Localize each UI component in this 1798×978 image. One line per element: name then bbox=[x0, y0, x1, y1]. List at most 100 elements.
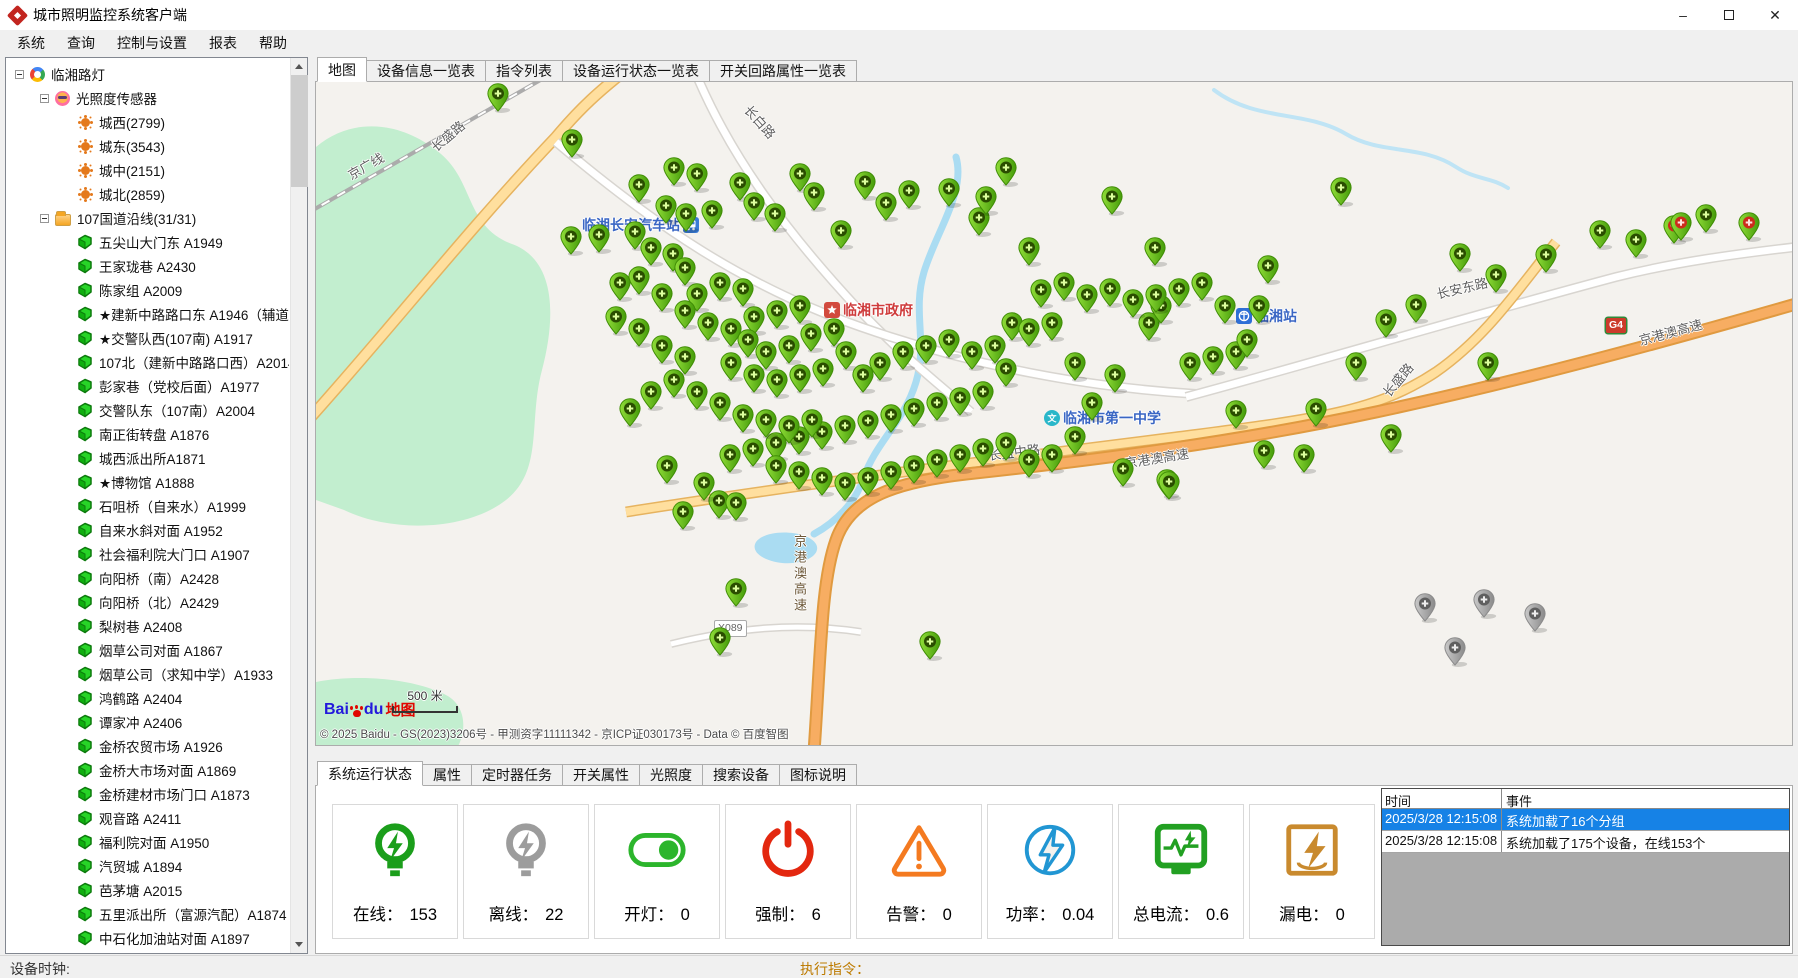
menu-item-4[interactable]: 帮助 bbox=[248, 30, 298, 56]
map-pin-green[interactable] bbox=[800, 323, 822, 352]
tree-node-32[interactable]: 福利院对面 A1950 bbox=[7, 830, 289, 854]
bottom-tab-4[interactable]: 光照度 bbox=[639, 764, 703, 786]
map-pin-green[interactable] bbox=[788, 461, 810, 490]
map-pin-green[interactable] bbox=[1248, 295, 1270, 324]
map-pin-green[interactable] bbox=[1018, 318, 1040, 347]
map-pin-green[interactable] bbox=[1225, 400, 1247, 429]
tree-node-18[interactable]: 石咀桥（自来水）A1999 bbox=[7, 494, 289, 518]
map-pin-green[interactable] bbox=[919, 631, 941, 660]
map-pin-green[interactable] bbox=[1145, 284, 1167, 313]
tree-node-14[interactable]: 交警队东（107南）A2004 bbox=[7, 398, 289, 422]
map-pin-green[interactable] bbox=[801, 409, 823, 438]
map-pin-green[interactable] bbox=[995, 358, 1017, 387]
tree-node-9[interactable]: 陈家组 A2009 bbox=[7, 278, 289, 302]
tree-node-13[interactable]: 彭家巷（党校后面）A1977 bbox=[7, 374, 289, 398]
tree-node-23[interactable]: 梨树巷 A2408 bbox=[7, 614, 289, 638]
tree-node-21[interactable]: 向阳桥（南）A2428 bbox=[7, 566, 289, 590]
map-pin-green[interactable] bbox=[674, 300, 696, 329]
map-pin-green[interactable] bbox=[1101, 186, 1123, 215]
tree-node-11[interactable]: ★交警队西(107南) A1917 bbox=[7, 326, 289, 350]
map-pin-green[interactable] bbox=[778, 335, 800, 364]
tree-node-28[interactable]: 金桥农贸市场 A1926 bbox=[7, 734, 289, 758]
map-pin-green[interactable] bbox=[743, 364, 765, 393]
map-pin-green[interactable] bbox=[1257, 255, 1279, 284]
tree-node-8[interactable]: 王家珑巷 A2430 bbox=[7, 254, 289, 278]
tree-expander-icon[interactable] bbox=[15, 70, 24, 79]
map-pin-green[interactable] bbox=[709, 627, 731, 656]
map-pin-green[interactable] bbox=[719, 444, 741, 473]
map-pin-green[interactable] bbox=[766, 369, 788, 398]
tree-node-16[interactable]: 城西派出所A1871 bbox=[7, 446, 289, 470]
map-pin-green[interactable] bbox=[880, 404, 902, 433]
map-pin-green[interactable] bbox=[975, 186, 997, 215]
map-pin-green[interactable] bbox=[675, 203, 697, 232]
bottom-tab-0[interactable]: 系统运行状态 bbox=[317, 761, 423, 786]
tree-node-27[interactable]: 谭家冲 A2406 bbox=[7, 710, 289, 734]
tree-node-31[interactable]: 观音路 A2411 bbox=[7, 806, 289, 830]
map-pin-green[interactable] bbox=[1305, 398, 1327, 427]
map-pin-green[interactable] bbox=[697, 312, 719, 341]
map-pin-gray[interactable] bbox=[1444, 637, 1466, 666]
map-pin-green[interactable] bbox=[834, 415, 856, 444]
map-pin-green[interactable] bbox=[560, 226, 582, 255]
map-pin-red[interactable] bbox=[1738, 212, 1760, 241]
map-pin-green[interactable] bbox=[628, 318, 650, 347]
map-pin-green[interactable] bbox=[972, 438, 994, 467]
map-pin-green[interactable] bbox=[1018, 449, 1040, 478]
map-pin-green[interactable] bbox=[1122, 289, 1144, 318]
map-pin-green[interactable] bbox=[1179, 352, 1201, 381]
map-pin-gray[interactable] bbox=[1473, 589, 1495, 618]
map-pin-green[interactable] bbox=[1168, 278, 1190, 307]
tree-node-35[interactable]: 五里派出所（富源汽配）A1874 bbox=[7, 902, 289, 926]
map-pin-green[interactable] bbox=[732, 404, 754, 433]
tree-node-33[interactable]: 汽贸城 A1894 bbox=[7, 854, 289, 878]
tree-node-36[interactable]: 中石化加油站对面 A1897 bbox=[7, 926, 289, 950]
map-pin-green[interactable] bbox=[915, 335, 937, 364]
menu-item-2[interactable]: 控制与设置 bbox=[106, 30, 198, 56]
event-row-1[interactable]: 2025/3/28 12:15:08系统加载了175个设备，在线153个 bbox=[1382, 831, 1789, 853]
maximize-button[interactable] bbox=[1706, 0, 1752, 30]
map-pin-green[interactable] bbox=[938, 178, 960, 207]
close-button[interactable]: ✕ bbox=[1752, 0, 1798, 30]
map-pin-red[interactable] bbox=[1670, 212, 1692, 241]
map-pin-green[interactable] bbox=[1041, 444, 1063, 473]
map-pin-green[interactable] bbox=[672, 501, 694, 530]
map-pin-green[interactable] bbox=[1485, 264, 1507, 293]
map-tab-3[interactable]: 设备运行状态一览表 bbox=[562, 60, 710, 82]
minimize-button[interactable]: – bbox=[1660, 0, 1706, 30]
bottom-tab-6[interactable]: 图标说明 bbox=[779, 764, 857, 786]
map-pin-green[interactable] bbox=[1030, 279, 1052, 308]
map-tab-1[interactable]: 设备信息一览表 bbox=[366, 60, 486, 82]
map-pin-green[interactable] bbox=[1293, 444, 1315, 473]
tree-node-12[interactable]: 107北（建新中路路口西）A2014 bbox=[7, 350, 289, 374]
map-pin-green[interactable] bbox=[1191, 272, 1213, 301]
map-pin-green[interactable] bbox=[1041, 312, 1063, 341]
map-pin-green[interactable] bbox=[854, 171, 876, 200]
bottom-tab-3[interactable]: 开关属性 bbox=[562, 764, 640, 786]
map-pin-green[interactable] bbox=[640, 237, 662, 266]
map-pin-green[interactable] bbox=[1589, 220, 1611, 249]
map-pin-green[interactable] bbox=[725, 578, 747, 607]
map-pin-green[interactable] bbox=[789, 295, 811, 324]
tree-node-0[interactable]: 临湘路灯 bbox=[7, 62, 289, 86]
map-tab-0[interactable]: 地图 bbox=[317, 57, 367, 82]
map-pin-gray[interactable] bbox=[1414, 593, 1436, 622]
map-pin-green[interactable] bbox=[1535, 244, 1557, 273]
map-pin-green[interactable] bbox=[651, 283, 673, 312]
tree-scrollbar[interactable] bbox=[290, 58, 307, 953]
map-pin-green[interactable] bbox=[1477, 352, 1499, 381]
tree-node-25[interactable]: 烟草公司（求知中学）A1933 bbox=[7, 662, 289, 686]
map-pin-green[interactable] bbox=[961, 341, 983, 370]
map-pin-green[interactable] bbox=[561, 129, 583, 158]
tree-node-1[interactable]: 光照度传感器 bbox=[7, 86, 289, 110]
map-pin-green[interactable] bbox=[764, 203, 786, 232]
map-pin-green[interactable] bbox=[812, 358, 834, 387]
tree-node-7[interactable]: 五尖山大门东 A1949 bbox=[7, 230, 289, 254]
map-pin-green[interactable] bbox=[972, 381, 994, 410]
map-pin-green[interactable] bbox=[903, 398, 925, 427]
tree-node-26[interactable]: 鸿鹤路 A2404 bbox=[7, 686, 289, 710]
map-pin-green[interactable] bbox=[743, 192, 765, 221]
tree-node-34[interactable]: 芭茅塘 A2015 bbox=[7, 878, 289, 902]
map-pin-green[interactable] bbox=[1345, 352, 1367, 381]
map-pin-gray[interactable] bbox=[1524, 603, 1546, 632]
